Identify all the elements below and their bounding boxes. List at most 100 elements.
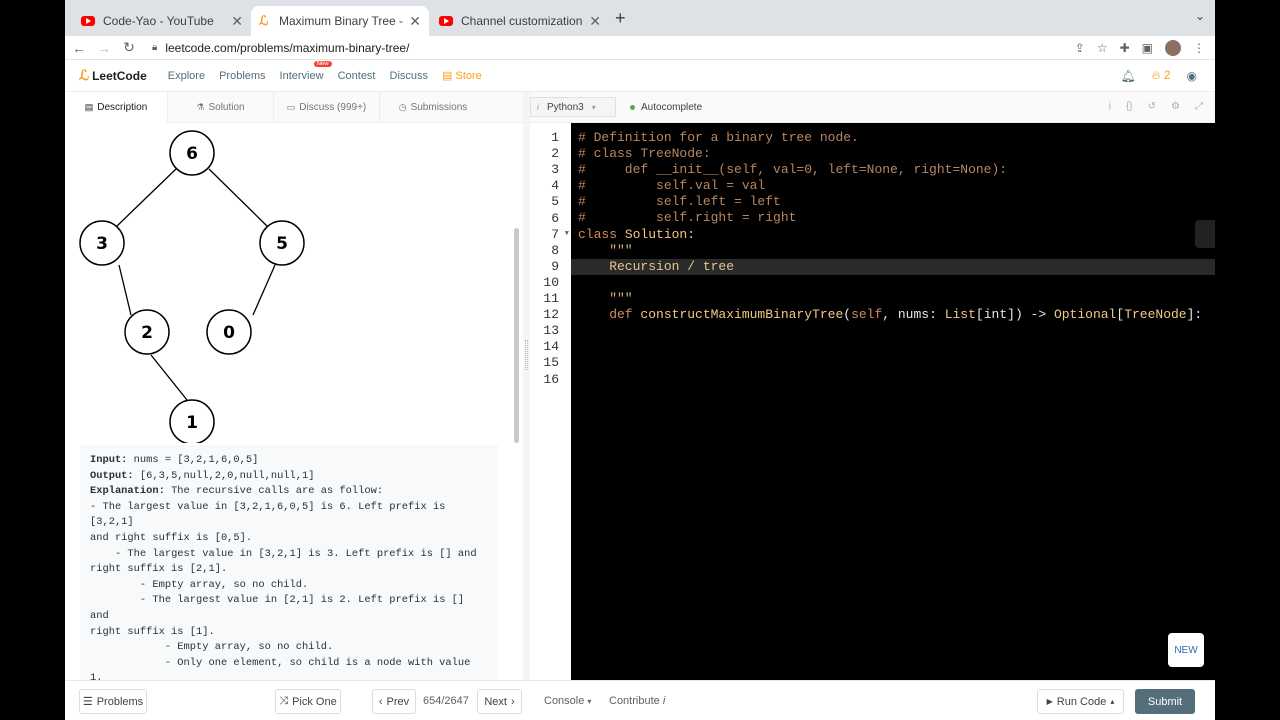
chevron-up-icon: ▴ <box>1110 697 1115 706</box>
info-icon: i <box>537 102 539 112</box>
new-feature-button[interactable]: NEW <box>1168 633 1204 667</box>
description-icon: ▤ <box>84 102 94 112</box>
browser-tab-channel-customization[interactable]: Channel customization - YouTu ✕ <box>431 6 609 36</box>
line-number-gutter: 1 2 3 4 5 6 7 ▼ 8 9 10 11 12 13 14 15 16 <box>530 123 571 680</box>
example-line: Input: nums = [3,2,1,6,0,5] <box>90 453 488 469</box>
tab-label: Description <box>97 102 148 113</box>
chat-icon: ▭ <box>286 102 296 112</box>
example-line: - Empty array, so no child. <box>90 640 488 656</box>
editor-toolbar: i Python3 ▾ Autocomplete i {} ↺ ⚙ ⤢ <box>530 92 1215 123</box>
tab-submissions[interactable]: ◷ Submissions <box>380 92 486 123</box>
next-button[interactable]: Next › <box>477 689 522 714</box>
tab-discuss[interactable]: ▭ Discuss (999+) <box>274 92 380 123</box>
new-tab-icon[interactable]: + <box>615 8 626 29</box>
description-scrollbar[interactable] <box>514 228 519 443</box>
example-text: - Only one element, so child is a node w… <box>90 656 477 680</box>
button-label: Problems <box>96 695 144 708</box>
list-icon: ☰ <box>82 696 93 708</box>
info-icon[interactable]: i <box>1109 101 1111 112</box>
line-number: 10 <box>543 274 559 290</box>
leetcode-logo[interactable]: ℒ LeetCode <box>79 67 147 84</box>
code-line: # Definition for a binary tree node. <box>578 130 859 145</box>
autocomplete-toggle[interactable]: Autocomplete <box>630 102 702 113</box>
line-number: 6 <box>551 210 559 226</box>
nav-interview-label: Interview <box>279 69 324 82</box>
nav-interview[interactable]: Interview New <box>279 60 332 82</box>
console-label: Console <box>544 695 585 707</box>
pick-one-button[interactable]: ⤨ Pick One <box>275 689 341 714</box>
tab-label: Discuss (999+) <box>299 102 367 113</box>
line-number: 1 <box>551 130 559 145</box>
nav-problems[interactable]: Problems <box>219 70 265 82</box>
example-text: - Empty array, so no child. <box>90 578 309 591</box>
example-text: nums = [3,2,1,6,0,5] <box>127 454 259 466</box>
side-drawer-handle[interactable] <box>1195 220 1215 248</box>
tab-search-chevron-icon[interactable]: ⌄ <box>1195 9 1205 23</box>
example-text: - The largest value in [3,2,1] is 3. Lef… <box>90 547 477 560</box>
close-icon[interactable]: ✕ <box>409 13 421 30</box>
browser-menu-icon[interactable]: ⋮ <box>1193 41 1205 55</box>
line-number: 3 <box>551 162 559 178</box>
bookmark-star-icon[interactable]: ☆ <box>1097 41 1108 55</box>
contribute-link[interactable]: Contribute i <box>609 695 665 707</box>
tree-node-label: 0 <box>223 323 235 343</box>
extensions-puzzle-icon[interactable]: ✚ <box>1120 41 1130 55</box>
language-select[interactable]: i Python3 ▾ <box>530 97 616 117</box>
run-code-button[interactable]: ▶ Run Code ▴ <box>1037 689 1124 714</box>
problems-list-button[interactable]: ☰ Problems <box>79 689 147 714</box>
tab-description[interactable]: ▤ Description <box>65 92 168 123</box>
forward-icon[interactable]: → <box>93 40 115 56</box>
info-icon: i <box>662 695 666 707</box>
user-avatar-icon[interactable]: ◉ <box>1187 69 1197 83</box>
close-icon[interactable]: ✕ <box>231 13 243 30</box>
tree-edge <box>150 354 188 401</box>
example-line: Explanation: The recursive calls are as … <box>90 484 488 500</box>
example-text: right suffix is [2,1]. <box>90 563 228 576</box>
submit-button[interactable]: Submit <box>1135 689 1195 714</box>
close-icon[interactable]: ✕ <box>589 13 601 30</box>
flask-icon: ⚗ <box>196 102 205 112</box>
url-input[interactable]: 🔒︎ leetcode.com/problems/maximum-binary-… <box>152 38 1075 58</box>
example-label: Explanation: <box>90 485 165 498</box>
tree-node-label: 6 <box>186 144 198 164</box>
code-line: # class TreeNode: <box>578 146 711 162</box>
tree-edge <box>208 168 268 227</box>
code-editor[interactable]: # Definition for a binary tree node. # c… <box>571 123 1215 680</box>
nav-store[interactable]: ▤ Store <box>442 69 482 82</box>
example-text: - Empty array, so no child. <box>90 641 334 654</box>
problem-tabs: ▤ Description ⚗ Solution ▭ Discuss (999+) ◷… <box>65 92 523 123</box>
example-line: right suffix is [1]. <box>90 625 488 641</box>
fold-arrow-icon[interactable]: ▼ <box>565 230 569 238</box>
bottom-bar: ☰ Problems ⤨ Pick One ‹ Prev 654/2647 Next ›… <box>65 680 1215 720</box>
shuffle-icon: ⤨ <box>279 695 289 707</box>
braces-icon[interactable]: {} <box>1126 101 1133 112</box>
store-icon: ▤ <box>442 70 453 82</box>
share-icon[interactable]: ⇪ <box>1075 41 1085 55</box>
nav-explore[interactable]: Explore <box>168 70 205 82</box>
streak-count: 2 <box>1163 68 1171 82</box>
profile-avatar[interactable] <box>1165 39 1181 56</box>
console-toggle[interactable]: Console ▾ <box>544 695 591 707</box>
play-icon: ▶ <box>1046 697 1053 706</box>
url-path: /problems/maximum-binary-tree/ <box>236 40 410 55</box>
example-line: right suffix is [2,1]. <box>90 562 488 578</box>
tab-solution[interactable]: ⚗ Solution <box>168 92 274 123</box>
browser-tab-code-yao[interactable]: Code-Yao - YouTube ✕ <box>73 6 251 36</box>
code-line-current: Recursion / tree <box>571 258 1215 275</box>
settings-icon[interactable]: ⚙ <box>1171 101 1180 112</box>
notification-bell-icon[interactable]: 🔔︎ <box>1120 69 1135 83</box>
nav-discuss[interactable]: Discuss <box>390 70 429 82</box>
new-badge: New <box>313 60 332 67</box>
reset-icon[interactable]: ↺ <box>1148 101 1156 112</box>
reload-icon[interactable]: ↻ <box>118 39 140 56</box>
fullscreen-icon[interactable]: ⤢ <box>1195 101 1203 112</box>
back-icon[interactable]: ← <box>68 40 90 56</box>
side-panel-icon[interactable]: ▣ <box>1142 41 1153 55</box>
nav-contest[interactable]: Contest <box>338 70 376 82</box>
button-label: Prev <box>386 695 410 708</box>
prev-button[interactable]: ‹ Prev <box>372 689 416 714</box>
youtube-icon <box>439 16 453 26</box>
streak-counter[interactable]: 🔥︎ 2 <box>1152 68 1171 83</box>
browser-tab-maximum-binary-tree[interactable]: ℒ Maximum Binary Tree - LeetCo ✕ <box>251 6 429 36</box>
